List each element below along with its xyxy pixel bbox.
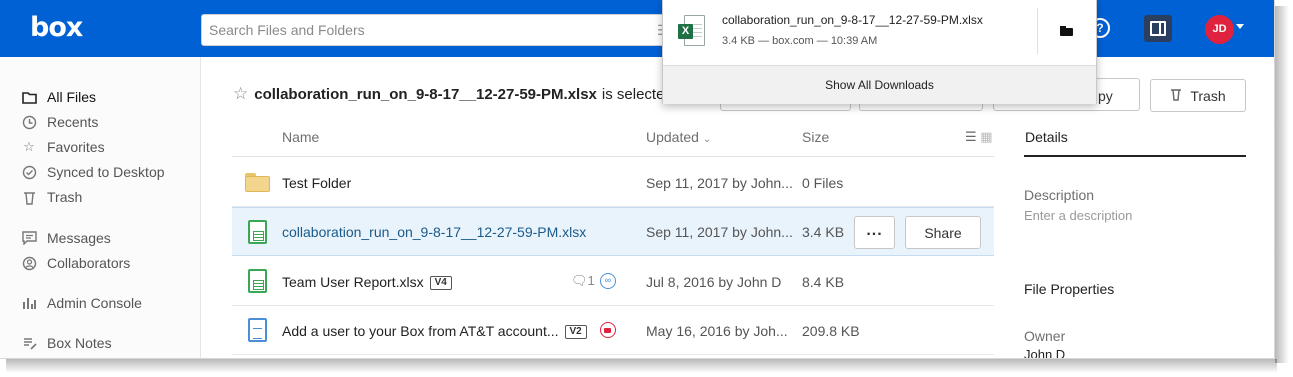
- star-icon[interactable]: ☆: [233, 84, 248, 104]
- sidebar-item-label: Trash: [47, 189, 83, 205]
- description-label: Description: [1024, 187, 1095, 203]
- more-options-button[interactable]: ...: [854, 216, 895, 249]
- details-tab-underline: [1024, 155, 1246, 157]
- sidebar-toggle-icon[interactable]: [1144, 15, 1172, 42]
- spreadsheet-icon: [248, 269, 267, 293]
- file-name-cell: Add a user to your Box from AT&T account…: [282, 323, 587, 339]
- download-meta: 3.4 KB — box.com — 10:39 AM: [722, 35, 878, 47]
- file-name-cell: Team User Report.xlsx V4: [282, 274, 452, 290]
- window-shadow-right: [1275, 6, 1289, 363]
- lock-icon[interactable]: [600, 322, 616, 338]
- bar-chart-icon: [21, 295, 37, 311]
- comment-count-value: 1: [587, 273, 595, 288]
- sidebar-item-label: Box Notes: [47, 335, 112, 351]
- sidebar-item-favorites[interactable]: ☆ Favorites: [21, 137, 105, 157]
- table-row[interactable]: Team User Report.xlsx V4 🗨1 ∞ Jul 8, 2016…: [232, 257, 994, 306]
- column-header-size[interactable]: Size: [802, 129, 829, 145]
- column-header-name[interactable]: Name: [282, 129, 319, 145]
- grid-view-icon[interactable]: ▦: [980, 129, 992, 144]
- window-shadow-bottom: [6, 359, 1277, 373]
- sidebar-item-label: All Files: [47, 89, 97, 105]
- file-updated: Jul 8, 2016 by John D: [646, 274, 782, 290]
- file-name[interactable]: Test Folder: [282, 175, 351, 191]
- table-row[interactable]: Test Folder Sep 11, 2017 by John... 0 Fi…: [232, 158, 994, 207]
- owner-label: Owner: [1024, 328, 1066, 344]
- file-properties-heading: File Properties: [1024, 281, 1115, 297]
- message-icon: [21, 230, 37, 246]
- file-size: 8.4 KB: [802, 274, 845, 290]
- folder-icon: [21, 89, 37, 105]
- trash-button-label: Trash: [1190, 87, 1226, 104]
- header-divider: [232, 156, 994, 157]
- list-view-icon[interactable]: ☰: [965, 129, 977, 144]
- table-row[interactable]: Add a user to your Box from AT&T account…: [232, 306, 994, 355]
- version-badge[interactable]: V2: [564, 325, 587, 339]
- person-icon: [21, 255, 37, 271]
- downloads-popup: X collaboration_run_on_9-8-17__12-27-59-…: [662, 0, 1097, 104]
- trash-icon: [21, 189, 37, 205]
- file-name[interactable]: Add a user to your Box from AT&T account…: [282, 323, 559, 339]
- file-updated: Sep 11, 2017 by John...: [646, 175, 793, 191]
- trash-button[interactable]: Trash: [1150, 79, 1246, 112]
- sidebar-item-messages[interactable]: Messages: [21, 228, 111, 248]
- file-updated: May 16, 2016 by Joh...: [646, 323, 788, 339]
- file-size: 209.8 KB: [802, 323, 860, 339]
- trash-icon: [1170, 87, 1182, 104]
- chevron-down-icon: ⌄: [702, 134, 712, 145]
- download-filename[interactable]: collaboration_run_on_9-8-17__12-27-59-PM…: [722, 13, 983, 27]
- sidebar-item-label: Messages: [47, 230, 111, 246]
- description-field[interactable]: Enter a description: [1024, 208, 1132, 223]
- sidebar-item-label: Recents: [47, 114, 99, 130]
- divider: [1037, 8, 1038, 54]
- selected-filename: collaboration_run_on_9-8-17__12-27-59-PM…: [254, 85, 597, 103]
- search-box[interactable]: ☰: [201, 14, 671, 46]
- shared-link-icon[interactable]: ∞: [600, 273, 616, 289]
- file-name[interactable]: collaboration_run_on_9-8-17__12-27-59-PM…: [282, 224, 586, 240]
- sidebar-item-box-notes[interactable]: Box Notes: [21, 333, 112, 353]
- sidebar-item-recents[interactable]: Recents: [21, 112, 98, 132]
- selection-bar: ☆ collaboration_run_on_9-8-17__12-27-59-…: [233, 84, 673, 104]
- spreadsheet-icon: [248, 220, 267, 244]
- file-size: 0 Files: [802, 175, 844, 191]
- share-button[interactable]: Share: [905, 216, 981, 249]
- version-badge[interactable]: V4: [429, 276, 452, 290]
- file-size: 3.4 KB: [802, 224, 845, 240]
- comment-count[interactable]: 🗨1: [571, 273, 595, 289]
- sidebar-item-label: Favorites: [47, 139, 105, 155]
- box-app-window: box ☰ ? JD All Files Recents ☆ Favorites: [0, 0, 1275, 359]
- owner-value: John D: [1024, 347, 1066, 359]
- sidebar-item-label: Collaborators: [47, 255, 131, 271]
- chevron-down-icon[interactable]: [1236, 24, 1244, 29]
- clock-icon: [21, 114, 37, 130]
- document-icon: [248, 318, 267, 342]
- star-icon: ☆: [23, 139, 35, 154]
- sidebar-item-all-files[interactable]: All Files: [21, 87, 96, 107]
- column-header-updated-label: Updated: [646, 129, 699, 145]
- sidebar-item-label: Synced to Desktop: [47, 164, 165, 180]
- show-all-downloads-label: Show All Downloads: [825, 78, 934, 92]
- comment-icon: 🗨: [571, 273, 588, 288]
- excel-file-icon: X: [678, 15, 705, 46]
- folder-icon: [245, 173, 270, 192]
- copy-button-label: py: [1098, 88, 1113, 104]
- open-folder-icon[interactable]: [1060, 26, 1073, 36]
- sidebar-item-collaborators[interactable]: Collaborators: [21, 253, 130, 273]
- sidebar-item-trash[interactable]: Trash: [21, 187, 82, 207]
- tab-details[interactable]: Details: [1025, 129, 1068, 145]
- sidebar-item-label: Admin Console: [47, 295, 142, 311]
- sidebar-item-synced-to-desktop[interactable]: Synced to Desktop: [21, 162, 165, 182]
- column-header-updated[interactable]: Updated ⌄: [646, 129, 711, 145]
- table-row-selected[interactable]: collaboration_run_on_9-8-17__12-27-59-PM…: [232, 207, 994, 256]
- check-circle-icon: [21, 164, 37, 180]
- box-logo[interactable]: box: [30, 12, 83, 43]
- sidebar-item-admin-console[interactable]: Admin Console: [21, 293, 142, 313]
- avatar[interactable]: JD: [1205, 15, 1234, 44]
- file-updated: Sep 11, 2017 by John...: [646, 224, 793, 240]
- show-all-downloads-button[interactable]: Show All Downloads: [663, 65, 1096, 104]
- view-toggle[interactable]: ☰ ▦: [965, 129, 993, 145]
- file-name[interactable]: Team User Report.xlsx: [282, 274, 424, 290]
- note-icon: [21, 335, 37, 351]
- search-input[interactable]: [202, 15, 632, 45]
- left-sidebar: All Files Recents ☆ Favorites Synced to …: [0, 57, 201, 358]
